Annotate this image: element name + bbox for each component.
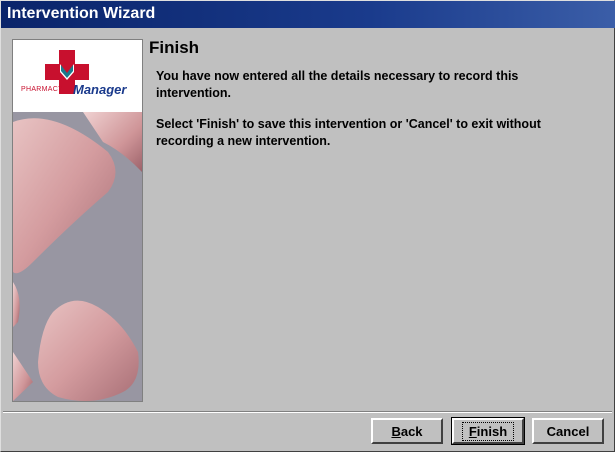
finish-description: You have now entered all the details nec… <box>156 69 519 100</box>
pharmacy-manager-logo: PHARMACY Manager <box>13 40 142 112</box>
finish-mnemonic: F <box>468 423 477 439</box>
finish-instructions: Select 'Finish' to save this interventio… <box>156 117 541 148</box>
page-heading: Finish <box>149 38 200 57</box>
logo-text-pharmacy: PHARMACY <box>21 86 64 93</box>
back-mnemonic: B <box>391 423 401 439</box>
cancel-label: Cancel <box>546 423 590 439</box>
side-banner: PHARMACY Manager <box>12 39 143 402</box>
back-button[interactable]: Back <box>371 418 443 444</box>
cancel-button[interactable]: Cancel <box>532 418 604 444</box>
window-title: Intervention Wizard <box>7 5 156 22</box>
finish-label: inish <box>476 423 508 439</box>
title-bar[interactable]: Intervention Wizard <box>1 1 615 28</box>
button-divider <box>3 411 612 413</box>
logo-text-manager: Manager <box>73 82 127 97</box>
pills-photo <box>13 112 142 401</box>
back-label: ack <box>400 423 423 439</box>
wizard-window: Intervention Wizard PHARMACY Manager Fin… <box>0 0 615 452</box>
finish-button[interactable]: Finish <box>451 417 525 445</box>
